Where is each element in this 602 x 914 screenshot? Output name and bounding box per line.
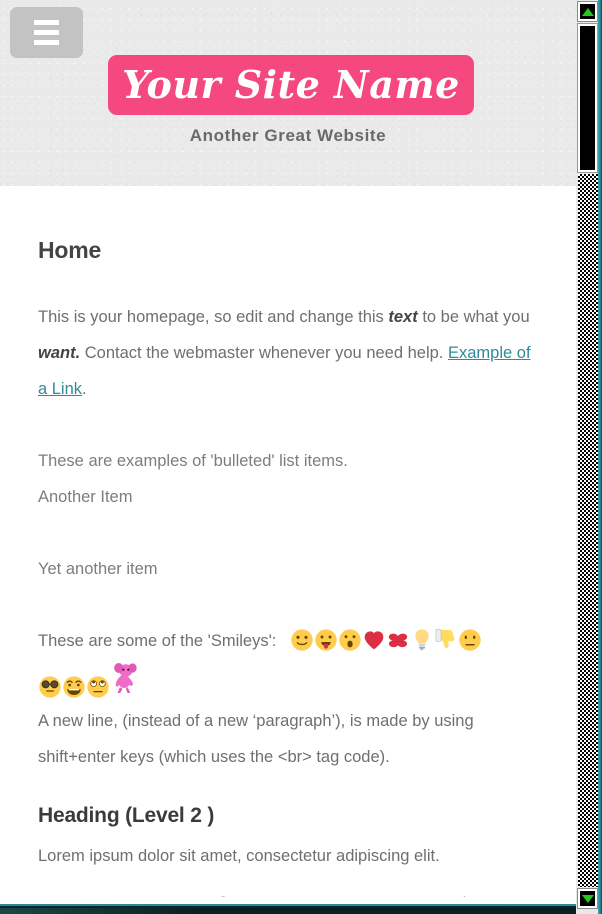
intro-text-part-1: This is your homepage, so edit and chang… (38, 308, 389, 326)
scroll-up-arrow-icon (581, 7, 594, 16)
browser-viewport: Your Site Name Another Great Website Hom… (0, 0, 602, 914)
face-with-tongue-emoji (314, 628, 338, 652)
slightly-smiling-face-emoji (290, 628, 314, 652)
heading2-wrapper: Heading (Level 2 ) (38, 804, 538, 828)
scroll-up-button[interactable] (577, 1, 598, 22)
scroll-down-arrow-icon (581, 894, 594, 903)
scroll-down-button[interactable] (577, 888, 598, 909)
list-item: These are examples of 'bulleted' list it… (38, 452, 348, 470)
section-heading: Heading (Level 2 ) (38, 804, 215, 827)
grinning-face-emoji (62, 675, 86, 699)
lorem-paragraph: Lorem ipsum dolor sit amet, consectetur … (38, 847, 440, 865)
list-item: Another Item (38, 488, 133, 506)
hamburger-icon-bar-3 (34, 40, 59, 45)
pink-dancing-elephant-emoji (110, 661, 140, 695)
intro-text-part-3: Contact the webmaster whenever you need … (80, 344, 448, 362)
intro-text-part-4: . (82, 380, 87, 398)
smileys-paragraph: These are some of the 'Smileys': (38, 623, 538, 659)
intro-bold-want: want. (38, 344, 81, 362)
scrollbar-track[interactable] (578, 174, 598, 887)
page-title: Home (38, 237, 102, 263)
hamburger-icon-bar-2 (34, 30, 59, 35)
smileys-paragraph-row2 (38, 661, 538, 703)
surprised-face-emoji (338, 628, 362, 652)
site-tagline: Another Great Website (189, 126, 387, 145)
smileys-label: These are some of the 'Smileys': (38, 632, 277, 650)
hamburger-icon-bar-1 (34, 20, 59, 25)
intro-text-part-2: to be what you (417, 308, 530, 326)
rolling-eyes-face-emoji (86, 675, 110, 699)
scrollbar-outer-edge (598, 0, 602, 914)
scrollbar-thumb[interactable] (577, 23, 598, 173)
lorem-wrapper: Lorem ipsum dolor sit amet, consectetur … (38, 838, 538, 874)
site-title: Your Site Name (122, 62, 460, 107)
web-page: Your Site Name Another Great Website Hom… (0, 0, 576, 914)
strip-tint (0, 908, 200, 914)
clipped-bottom-text: Donec ultricies ac arcu eget rutrum. Pha… (38, 896, 538, 904)
thumbs-down-emoji (434, 628, 458, 652)
list-item: Yet another item (38, 560, 158, 578)
sunglasses-face-emoji (38, 675, 62, 699)
hamburger-menu-button[interactable] (10, 7, 83, 58)
red-heart-emoji (362, 628, 386, 652)
newline-note-paragraph: A new line, (instead of a new ‘paragraph… (38, 712, 474, 766)
bottom-edge-strip (0, 904, 576, 914)
neutral-face-emoji (458, 628, 482, 652)
main-content: Home This is your homepage, so edit and … (0, 186, 576, 874)
site-header: Your Site Name Another Great Website (0, 0, 576, 186)
vertical-scrollbar[interactable] (576, 0, 602, 914)
kiss-mark-emoji (386, 628, 410, 652)
site-title-banner: Your Site Name (108, 55, 474, 115)
light-bulb-emoji (410, 628, 434, 652)
intro-paragraph: This is your homepage, so edit and chang… (38, 299, 538, 407)
intro-bold-text: text (388, 308, 418, 326)
